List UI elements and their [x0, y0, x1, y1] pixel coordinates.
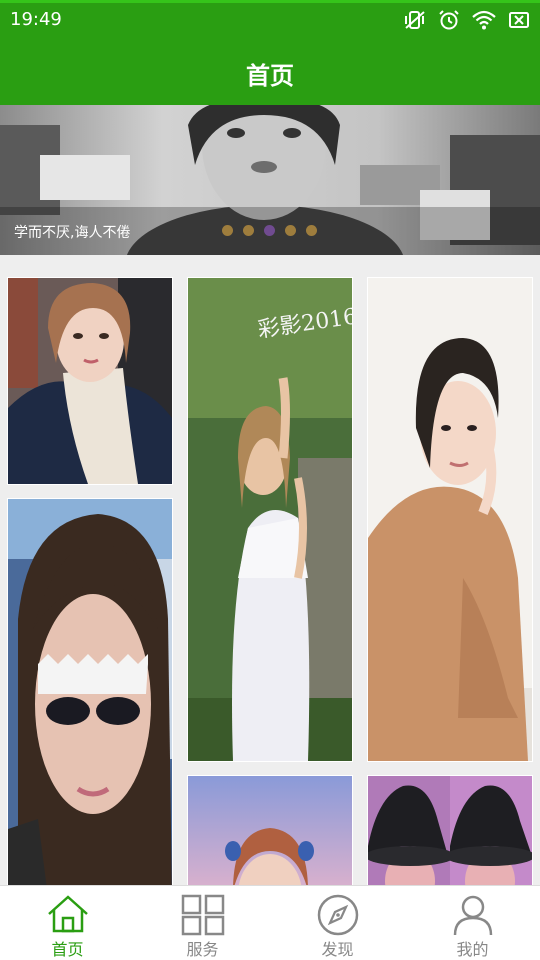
tab-label: 首页	[51, 940, 84, 959]
tab-label: 发现	[321, 940, 354, 959]
home-icon	[47, 895, 88, 933]
banner-indicator	[222, 225, 317, 236]
tab-label: 服务	[186, 940, 219, 959]
tab-label: 我的	[456, 940, 489, 959]
photo-woman-hat	[368, 776, 532, 885]
user-icon	[453, 895, 492, 936]
photo-card[interactable]	[367, 775, 533, 885]
tab-discover[interactable]: 发现	[270, 886, 405, 960]
vibrate-off-icon	[404, 10, 426, 30]
page-title: 首页	[246, 62, 294, 90]
banner-dot[interactable]	[222, 225, 233, 236]
photo-girl-white-dress: 彩影2016	[188, 278, 352, 761]
photo-girl-scarf	[8, 278, 172, 484]
alarm-icon	[438, 10, 460, 30]
tab-mine[interactable]: 我的	[405, 886, 540, 960]
app-bar: 首页	[0, 38, 540, 105]
status-icons	[404, 10, 530, 30]
photo-card[interactable]	[367, 277, 533, 762]
banner-dot[interactable]	[285, 225, 296, 236]
wifi-icon	[472, 10, 496, 30]
banner-dot[interactable]	[243, 225, 254, 236]
photo-card[interactable]	[7, 498, 173, 885]
status-time: 19:49	[10, 9, 62, 30]
photo-grid[interactable]: 彩影2016	[0, 268, 540, 885]
compass-icon	[317, 894, 358, 936]
grid-icon	[181, 894, 224, 936]
photo-card[interactable]	[187, 775, 353, 885]
photo-girl-sunglasses	[8, 499, 172, 885]
bottom-tab-bar: 首页 服务 发现 我的	[0, 885, 540, 960]
banner-dot-active[interactable]	[264, 225, 275, 236]
no-sim-icon	[508, 10, 530, 30]
status-bar: 19:49	[0, 0, 540, 38]
tab-home[interactable]: 首页	[0, 886, 135, 960]
banner-dot[interactable]	[306, 225, 317, 236]
photo-woman-sweater	[368, 278, 532, 761]
photo-card[interactable]	[7, 277, 173, 485]
tab-service[interactable]: 服务	[135, 886, 270, 960]
photo-card[interactable]: 彩影2016	[187, 277, 353, 762]
banner-caption: 学而不厌,诲人不倦	[14, 225, 131, 241]
photo-girl-pigtails	[188, 776, 352, 885]
